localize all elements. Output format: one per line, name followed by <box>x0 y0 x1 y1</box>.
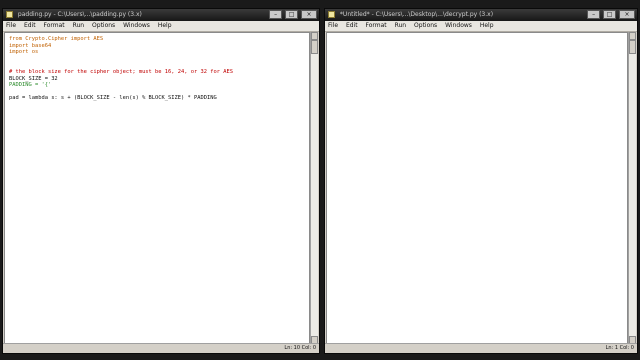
right-window-controls: – □ × <box>586 10 635 20</box>
left-status-bar: Ln: 10 Col: 0 <box>3 343 319 353</box>
code-line: import os <box>9 49 39 56</box>
scroll-thumb[interactable] <box>629 40 636 54</box>
left-editor-window: padding.py - C:\Users\...\padding.py (3.… <box>2 8 320 354</box>
cursor-position: Ln: 10 Col: 0 <box>284 345 316 351</box>
code-line: BLOCK_SIZE = 32 <box>9 75 58 82</box>
menu-file[interactable]: File <box>3 21 19 31</box>
right-menu-bar: File Edit Format Run Options Windows Hel… <box>325 21 637 32</box>
menu-help[interactable]: Help <box>155 21 175 31</box>
left-title-bar[interactable]: padding.py - C:\Users\...\padding.py (3.… <box>3 9 319 21</box>
scroll-up-arrow[interactable] <box>629 32 636 40</box>
menu-run[interactable]: Run <box>392 21 410 31</box>
right-window-title: *Untitled* - C:\Users\...\Desktop\...\de… <box>339 11 494 18</box>
menu-options[interactable]: Options <box>411 21 440 31</box>
code-line: PADDING = '{' <box>9 82 52 89</box>
code-line: import base64 <box>9 42 52 49</box>
idle-app-icon <box>6 11 13 18</box>
menu-edit[interactable]: Edit <box>21 21 39 31</box>
maximize-button[interactable]: □ <box>285 10 299 19</box>
menu-edit[interactable]: Edit <box>343 21 361 31</box>
right-title-bar[interactable]: *Untitled* - C:\Users\...\Desktop\...\de… <box>325 9 637 21</box>
close-button[interactable]: × <box>619 10 635 19</box>
code-area: from Crypto.Cipher import AES import base… <box>5 33 309 105</box>
left-vertical-scrollbar[interactable] <box>310 32 318 344</box>
menu-file[interactable]: File <box>325 21 341 31</box>
menu-options[interactable]: Options <box>89 21 118 31</box>
right-editor-window: *Untitled* - C:\Users\...\Desktop\...\de… <box>324 8 638 354</box>
menu-format[interactable]: Format <box>363 21 390 31</box>
right-status-bar: Ln: 1 Col: 0 <box>325 343 637 353</box>
code-line: pad = lambda s: s + (BLOCK_SIZE - len(s)… <box>9 95 217 102</box>
menu-windows[interactable]: Windows <box>442 21 475 31</box>
left-window-controls: – □ × <box>268 10 317 20</box>
minimize-button[interactable]: – <box>269 10 283 19</box>
right-code-editor[interactable] <box>326 32 628 344</box>
left-code-editor[interactable]: from Crypto.Cipher import AES import base… <box>4 32 310 344</box>
left-menu-bar: File Edit Format Run Options Windows Hel… <box>3 21 319 32</box>
code-line: from Crypto.Cipher import AES <box>9 36 104 42</box>
maximize-button[interactable]: □ <box>603 10 617 19</box>
minimize-button[interactable]: – <box>587 10 601 19</box>
menu-windows[interactable]: Windows <box>120 21 153 31</box>
scroll-thumb[interactable] <box>311 40 318 54</box>
idle-app-icon <box>328 11 335 18</box>
right-vertical-scrollbar[interactable] <box>628 32 636 344</box>
code-line: # the block size for the cipher object; … <box>9 68 233 75</box>
menu-run[interactable]: Run <box>70 21 88 31</box>
menu-help[interactable]: Help <box>477 21 497 31</box>
close-button[interactable]: × <box>301 10 317 19</box>
left-window-title: padding.py - C:\Users\...\padding.py (3.… <box>17 11 142 18</box>
cursor-position: Ln: 1 Col: 0 <box>605 345 634 351</box>
scroll-up-arrow[interactable] <box>311 32 318 40</box>
menu-format[interactable]: Format <box>41 21 68 31</box>
